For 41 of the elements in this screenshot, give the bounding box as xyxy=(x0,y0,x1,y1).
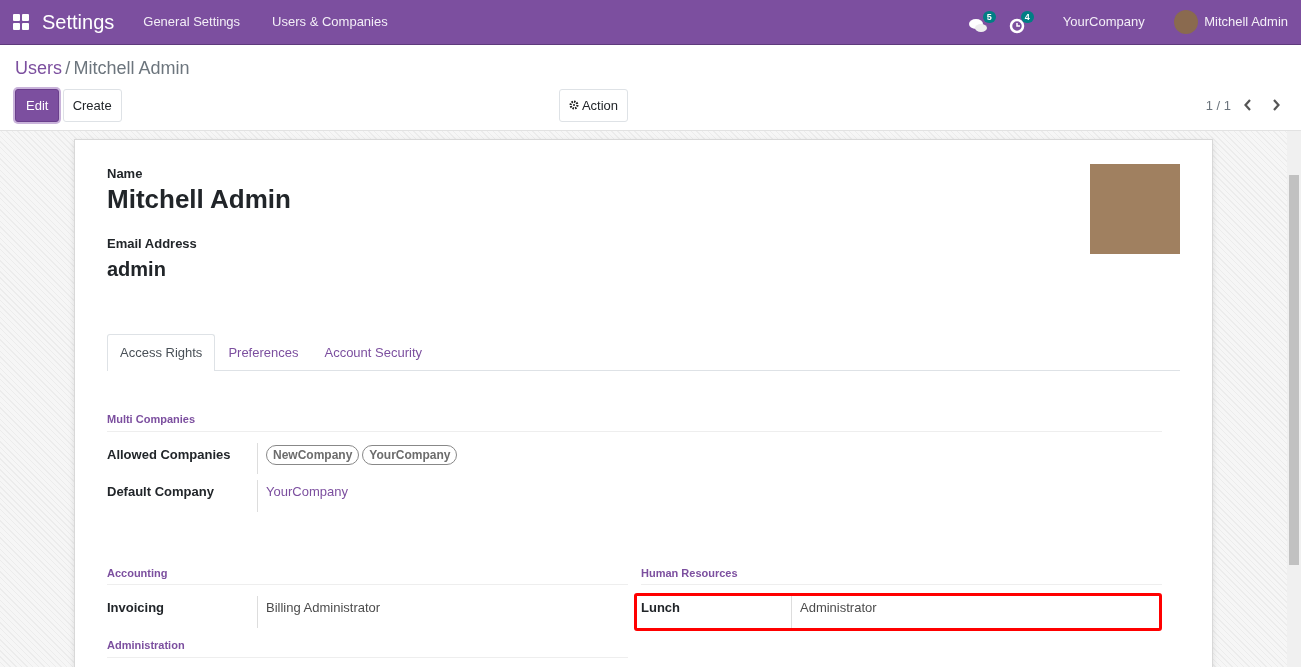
company-switcher[interactable]: YourCompany xyxy=(1046,12,1161,32)
field-label: Allowed Companies xyxy=(107,445,232,464)
create-button[interactable]: Create xyxy=(62,88,122,122)
activity-count-badge: 4 xyxy=(1020,10,1034,24)
user-name: Mitchell Admin xyxy=(1204,13,1288,32)
company-link[interactable]: YourCompany xyxy=(266,484,348,500)
tab[interactable]: Access Rights xyxy=(107,333,216,372)
section-title: Accounting xyxy=(107,564,628,586)
field-value: Billing Administrator xyxy=(257,596,389,628)
avatar-icon xyxy=(1173,10,1198,34)
field-label: Name xyxy=(107,165,144,183)
field-value: Administrator xyxy=(791,596,885,628)
tab[interactable]: Preferences xyxy=(215,333,312,371)
app-title[interactable]: Settings xyxy=(42,7,115,37)
pager-value: 1 / 1 xyxy=(1205,96,1231,115)
section-title: Administration xyxy=(107,637,628,658)
field-label: Invoicing xyxy=(107,599,166,618)
gear-icon xyxy=(568,100,579,111)
field-label: Lunch xyxy=(641,599,681,618)
email-value: admin xyxy=(107,256,167,282)
section-title: Human Resources xyxy=(641,564,1162,586)
user-menu[interactable]: Mitchell Admin xyxy=(1173,10,1288,34)
breadcrumb-separator: / xyxy=(65,57,71,80)
breadcrumb-link[interactable]: Users xyxy=(15,55,62,82)
messages-button[interactable]: 5 xyxy=(968,10,996,34)
menu-item[interactable]: Users & Companies xyxy=(256,12,404,32)
field-label: Email Address xyxy=(107,235,198,254)
menu-item[interactable]: General Settings xyxy=(127,12,257,32)
next-icon[interactable] xyxy=(1271,99,1280,112)
edit-button[interactable]: Edit xyxy=(15,88,60,122)
action-button[interactable]: Action xyxy=(558,88,629,122)
breadcrumb-current: Mitchell Admin xyxy=(73,57,190,80)
previous-icon[interactable] xyxy=(1244,99,1252,112)
field-label: Default Company xyxy=(107,483,215,502)
message-count-badge: 5 xyxy=(982,10,996,24)
tab[interactable]: Account Security xyxy=(311,333,435,371)
section-title: Multi Companies xyxy=(107,411,1162,432)
user-name-heading: Mitchell Admin xyxy=(107,183,292,215)
activities-button[interactable]: 4 xyxy=(1008,10,1034,34)
scrollbar[interactable] xyxy=(1287,131,1301,667)
apps-menu-icon[interactable] xyxy=(13,14,29,30)
